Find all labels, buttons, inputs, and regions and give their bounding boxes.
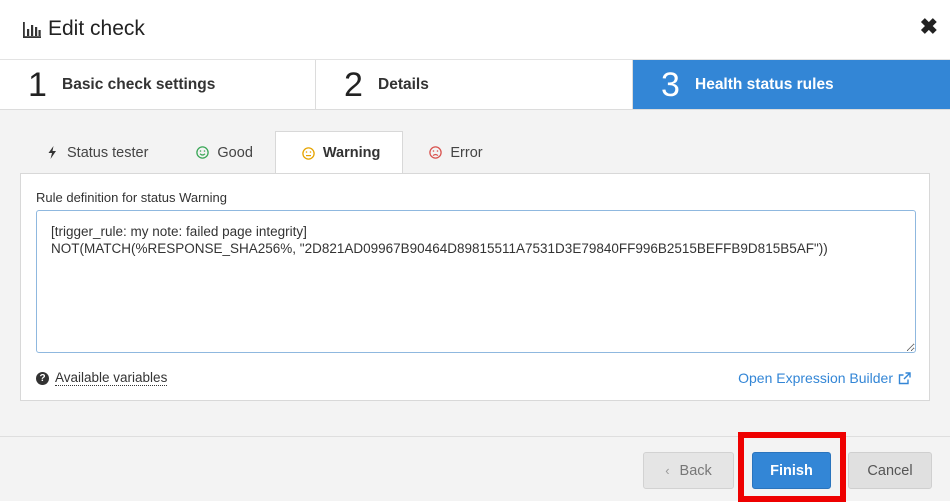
tab-label: Status tester: [67, 144, 149, 161]
cancel-label: Cancel: [867, 462, 913, 479]
dialog-footer: ‹ Back Finish Cancel: [0, 436, 950, 501]
step-number: 1: [28, 65, 47, 104]
rule-panel: Rule definition for status Warning ? Ava…: [20, 173, 930, 401]
wizard-steps: 1 Basic check settings 2 Details 3 Healt…: [0, 60, 950, 110]
bolt-icon: [48, 146, 56, 159]
dialog-header: Edit check ✖: [0, 0, 950, 60]
step-basic-settings[interactable]: 1 Basic check settings: [0, 60, 316, 109]
step-label: Basic check settings: [62, 75, 216, 93]
back-label: Back: [679, 462, 712, 479]
open-expression-builder-link[interactable]: Open Expression Builder: [738, 370, 911, 386]
tab-label: Good: [217, 144, 253, 161]
step-label: Health status rules: [695, 75, 834, 93]
question-circle-icon: ?: [36, 371, 49, 385]
bar-chart-icon: [23, 22, 41, 38]
available-variables-link[interactable]: ? Available variables: [36, 370, 168, 386]
finish-button[interactable]: Finish: [752, 452, 831, 489]
rule-definition-label: Rule definition for status Warning: [36, 190, 228, 205]
smile-icon: [196, 146, 210, 159]
rule-expression-textarea[interactable]: [36, 210, 916, 353]
dialog-body: Status tester Good Warning Error Rule de…: [0, 110, 950, 436]
close-icon[interactable]: ✖: [920, 14, 938, 40]
tab-label: Error: [450, 144, 483, 161]
step-details[interactable]: 2 Details: [316, 60, 633, 109]
step-label: Details: [378, 75, 429, 93]
tab-label: Warning: [322, 145, 381, 161]
tab-error[interactable]: Error: [403, 131, 504, 174]
available-variables-label: Available variables: [55, 370, 168, 386]
external-link-icon: [898, 371, 911, 384]
tab-status-tester[interactable]: Status tester: [20, 131, 170, 174]
tab-good[interactable]: Good: [170, 131, 274, 174]
frown-icon: [429, 146, 443, 159]
tab-warning[interactable]: Warning: [274, 131, 404, 174]
step-health-status-rules[interactable]: 3 Health status rules: [633, 60, 950, 109]
status-tabs: Status tester Good Warning Error: [20, 131, 505, 174]
step-number: 3: [661, 65, 680, 104]
back-button[interactable]: ‹ Back: [643, 452, 734, 489]
cancel-button[interactable]: Cancel: [848, 452, 932, 489]
neutral-face-icon: [302, 146, 315, 160]
dialog-title: Edit check: [48, 17, 145, 40]
chevron-left-icon: ‹: [665, 463, 670, 478]
open-builder-label: Open Expression Builder: [738, 370, 893, 386]
step-number: 2: [344, 65, 363, 104]
finish-label: Finish: [770, 462, 813, 479]
